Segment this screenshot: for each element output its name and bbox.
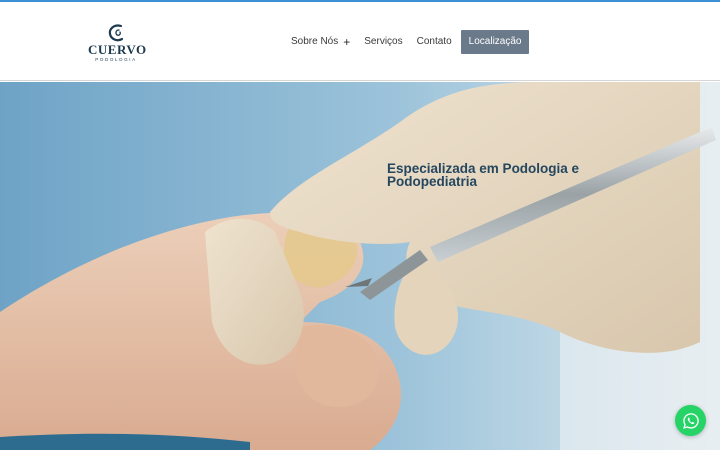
nav-item-label: Contato	[416, 36, 452, 47]
site-logo[interactable]: CUERVO PODOLOGIA	[88, 22, 147, 66]
c-swirl-icon	[108, 24, 124, 42]
nav-item-label: Serviços	[364, 36, 403, 47]
nav-item-label: Localização	[468, 36, 522, 47]
logo-wordmark: CUERVO	[88, 42, 147, 57]
nav-item-localizacao[interactable]: Localização	[460, 30, 530, 54]
main-navigation: Sobre Nós + Serviços Contato Localização	[284, 30, 530, 54]
nav-item-servicos[interactable]: Serviços	[357, 30, 409, 54]
hero-title: Especializada em Podologia e Podopediatr…	[387, 162, 607, 189]
whatsapp-icon	[682, 412, 699, 429]
logo-subtitle: PODOLOGIA	[95, 57, 137, 62]
nav-item-sobre-nos[interactable]: Sobre Nós +	[284, 30, 357, 54]
hero-photo	[0, 82, 720, 450]
submenu-toggle-icon[interactable]: +	[343, 30, 350, 54]
hero-title-line: Podopediatria	[387, 174, 478, 189]
whatsapp-button[interactable]	[675, 405, 706, 436]
nav-item-label: Sobre Nós	[291, 36, 339, 47]
nav-item-contato[interactable]: Contato	[410, 30, 459, 54]
hero-section: Especializada em Podologia e Podopediatr…	[0, 82, 720, 450]
site-header: CUERVO PODOLOGIA Sobre Nós + Serviços Co…	[0, 2, 720, 81]
